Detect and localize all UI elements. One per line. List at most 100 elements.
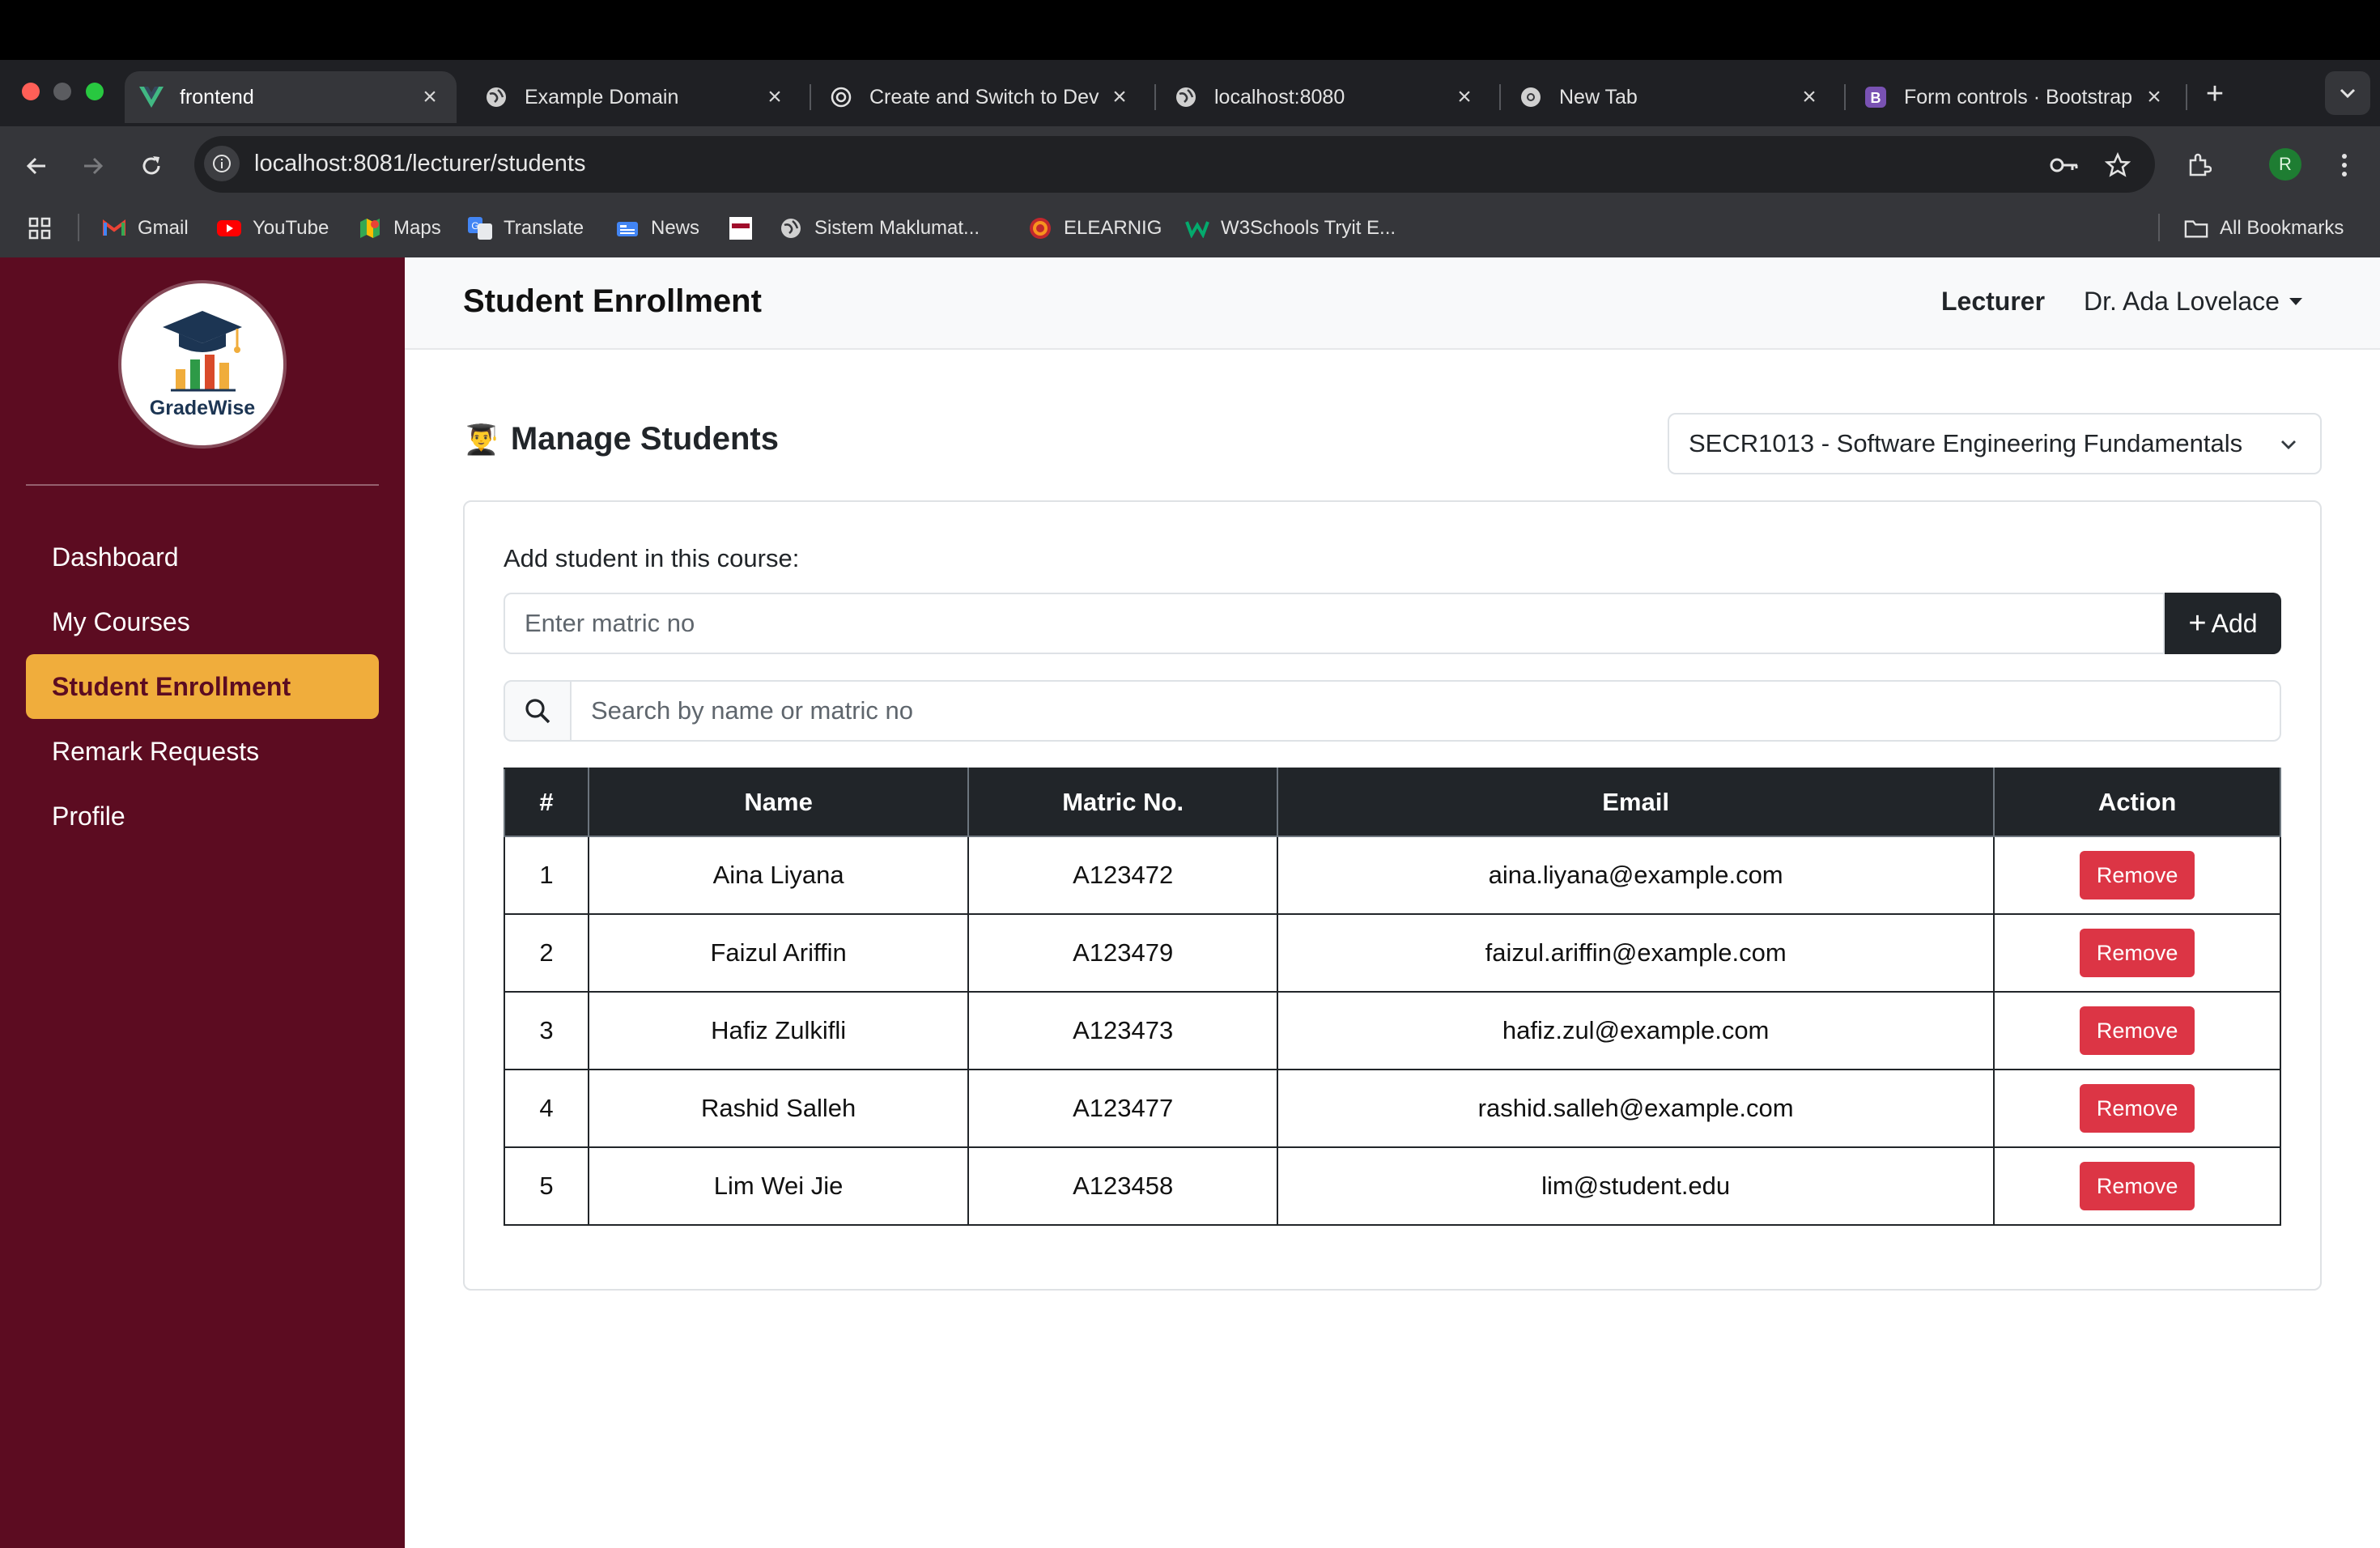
new-tab-button[interactable]: + bbox=[2197, 76, 2233, 112]
student-matric: A123473 bbox=[967, 991, 1278, 1070]
all-bookmarks-button[interactable]: All Bookmarks bbox=[2184, 212, 2344, 245]
close-tab-icon[interactable]: × bbox=[418, 83, 442, 111]
column-header-email: Email bbox=[1276, 768, 1995, 837]
search-input[interactable] bbox=[570, 680, 2281, 742]
w3schools-icon bbox=[1185, 216, 1209, 240]
student-email: hafiz.zul@example.com bbox=[1276, 991, 1995, 1070]
browser-tab-example-domain[interactable]: Example Domain × bbox=[470, 71, 801, 123]
svg-text:G: G bbox=[471, 220, 478, 232]
tab-separator bbox=[1499, 84, 1501, 110]
action-cell: Remove bbox=[1993, 991, 2281, 1070]
tab-title: Example Domain bbox=[525, 85, 679, 108]
sidebar-item-my-courses[interactable]: My Courses bbox=[26, 589, 379, 654]
bookmark-w3schools[interactable]: W3Schools Tryit E... bbox=[1185, 212, 1396, 245]
student-name: Rashid Salleh bbox=[587, 1069, 970, 1148]
close-window-button[interactable] bbox=[22, 83, 40, 100]
all-bookmarks-label: All Bookmarks bbox=[2220, 217, 2344, 239]
row-number: 4 bbox=[504, 1069, 589, 1148]
remove-student-button[interactable]: Remove bbox=[2080, 1084, 2195, 1133]
news-icon bbox=[615, 216, 640, 240]
remove-student-button[interactable]: Remove bbox=[2080, 1162, 2195, 1210]
plus-icon: + bbox=[2188, 606, 2207, 640]
gradewise-logo[interactable]: GradeWise bbox=[121, 283, 283, 445]
student-email: lim@student.edu bbox=[1276, 1146, 1995, 1226]
student-email: rashid.salleh@example.com bbox=[1276, 1069, 1995, 1148]
bookmark-utm[interactable] bbox=[729, 212, 764, 245]
student-matric: A123458 bbox=[967, 1146, 1278, 1226]
sidebar-item-remark-requests[interactable]: Remark Requests bbox=[26, 719, 379, 784]
tab-separator bbox=[2186, 84, 2187, 110]
close-tab-icon[interactable]: × bbox=[1107, 83, 1132, 111]
bookmark-youtube[interactable]: YouTube bbox=[217, 212, 329, 245]
add-student-button[interactable]: + Add bbox=[2165, 593, 2281, 654]
close-tab-icon[interactable]: × bbox=[1452, 83, 1477, 111]
table-header-row: # Name Matric No. Email Action bbox=[504, 768, 2281, 837]
remove-student-button[interactable]: Remove bbox=[2080, 929, 2195, 977]
bookmark-label: W3Schools Tryit E... bbox=[1221, 217, 1396, 239]
gmail-icon bbox=[102, 216, 126, 240]
remove-student-button[interactable]: Remove bbox=[2080, 851, 2195, 899]
bookmark-elearnig[interactable]: ELEARNIG bbox=[1028, 212, 1162, 245]
apps-grid-icon[interactable] bbox=[28, 212, 52, 245]
tab-separator bbox=[1844, 84, 1846, 110]
bookmark-label: Sistem Maklumat... bbox=[814, 217, 980, 239]
site-info-icon[interactable] bbox=[204, 146, 240, 181]
course-select[interactable]: SECR1013 - Software Engineering Fundamen… bbox=[1668, 413, 2322, 474]
bookmark-maps[interactable]: Maps bbox=[358, 212, 441, 245]
tab-search-button[interactable] bbox=[2325, 71, 2370, 115]
student-email: faizul.ariffin@example.com bbox=[1276, 913, 1995, 993]
search-icon bbox=[525, 699, 550, 724]
browser-tab-new-tab[interactable]: New Tab × bbox=[1504, 71, 1836, 123]
sidebar-item-student-enrollment[interactable]: Student Enrollment bbox=[26, 654, 379, 719]
matric-input[interactable] bbox=[504, 593, 2165, 654]
remove-student-button[interactable]: Remove bbox=[2080, 1006, 2195, 1055]
password-key-icon[interactable] bbox=[2043, 144, 2085, 186]
maximize-window-button[interactable] bbox=[86, 83, 104, 100]
action-cell: Remove bbox=[1993, 1069, 2281, 1148]
url-text[interactable]: localhost:8081/lecturer/students bbox=[254, 151, 585, 177]
role-label: Lecturer bbox=[1941, 287, 2046, 316]
sidebar-divider bbox=[26, 484, 379, 486]
bookmark-sistem-maklumat[interactable]: Sistem Maklumat... bbox=[779, 212, 980, 245]
sidebar-item-dashboard[interactable]: Dashboard bbox=[26, 525, 379, 589]
mac-menu-bar bbox=[0, 0, 2380, 60]
forward-button[interactable] bbox=[73, 146, 113, 186]
browser-tab-bootstrap[interactable]: B Form controls · Bootstrap × bbox=[1849, 71, 2181, 123]
tab-separator bbox=[810, 84, 811, 110]
openai-icon bbox=[829, 85, 853, 109]
bookmark-star-icon[interactable] bbox=[2097, 144, 2139, 186]
row-number: 1 bbox=[504, 836, 589, 915]
action-cell: Remove bbox=[1993, 1146, 2281, 1226]
browser-tab-frontend[interactable]: frontend × bbox=[125, 71, 457, 123]
bookmark-translate[interactable]: G Translate bbox=[468, 212, 584, 245]
bookmark-label: YouTube bbox=[253, 217, 329, 239]
bookmark-label: Maps bbox=[393, 217, 441, 239]
bookmark-news[interactable]: News bbox=[615, 212, 699, 245]
reload-button[interactable] bbox=[131, 146, 172, 186]
user-name: Dr. Ada Lovelace bbox=[2084, 287, 2280, 316]
minimize-window-button[interactable] bbox=[53, 83, 71, 100]
browser-tab-localhost-8080[interactable]: localhost:8080 × bbox=[1159, 71, 1491, 123]
vue-icon bbox=[139, 85, 164, 109]
back-button[interactable] bbox=[16, 146, 57, 186]
tab-separator bbox=[1154, 84, 1156, 110]
bookmark-gmail[interactable]: Gmail bbox=[102, 212, 189, 245]
user-dropdown[interactable]: Dr. Ada Lovelace bbox=[2084, 287, 2302, 317]
browser-tab-create-and-switch[interactable]: Create and Switch to Dev × bbox=[814, 71, 1146, 123]
maps-icon bbox=[358, 216, 382, 240]
close-tab-icon[interactable]: × bbox=[763, 83, 787, 111]
close-tab-icon[interactable]: × bbox=[2142, 83, 2166, 111]
close-tab-icon[interactable]: × bbox=[1797, 83, 1821, 111]
student-matric: A123479 bbox=[967, 913, 1278, 993]
globe-icon bbox=[779, 216, 803, 240]
add-button-label: Add bbox=[2211, 608, 2258, 638]
row-number: 3 bbox=[504, 991, 589, 1070]
sidebar-item-profile[interactable]: Profile bbox=[26, 784, 379, 848]
bookmark-separator bbox=[2158, 214, 2160, 241]
svg-text:B: B bbox=[1871, 90, 1881, 106]
chrome-icon bbox=[1519, 85, 1543, 109]
browser-menu-icon[interactable] bbox=[2323, 144, 2365, 186]
action-cell: Remove bbox=[1993, 913, 2281, 993]
extensions-icon[interactable] bbox=[2178, 144, 2220, 186]
profile-avatar[interactable]: R bbox=[2269, 148, 2301, 181]
